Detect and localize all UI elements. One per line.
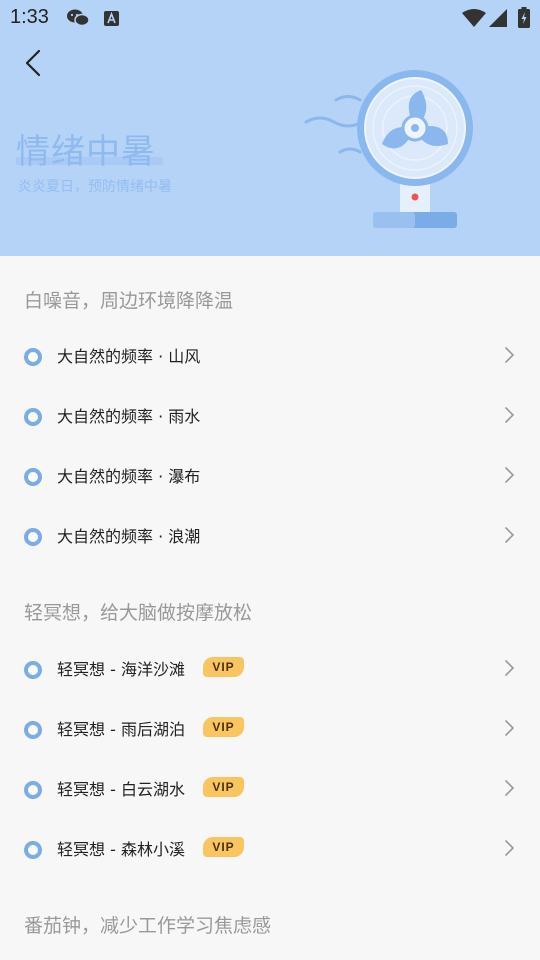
bullet-icon <box>24 348 42 366</box>
chevron-right-icon <box>505 347 515 363</box>
list-item[interactable]: 大自然的频率 · 瀑布 <box>0 446 540 506</box>
page-title: 情绪中暑 <box>16 132 156 172</box>
list-item[interactable]: 大自然的频率 · 雨水 <box>0 386 540 446</box>
bullet-icon <box>24 408 42 426</box>
chevron-right-icon <box>505 660 515 676</box>
vip-badge: VIP <box>203 777 244 797</box>
list-item-label: 轻冥想 - 森林小溪 <box>57 840 185 859</box>
battery-charging-icon <box>518 7 530 28</box>
list-item-label: 大自然的频率 · 瀑布 <box>57 467 201 486</box>
notification-a-icon <box>104 11 119 26</box>
list-item-label: 轻冥想 - 白云湖水 <box>57 780 185 799</box>
vip-badge: VIP <box>203 657 244 677</box>
list-item-label: 大自然的频率 · 浪潮 <box>57 527 201 546</box>
bullet-icon <box>24 468 42 486</box>
wifi-icon <box>462 9 486 27</box>
section-title-meditation: 轻冥想，给大脑做按摩放松 <box>24 602 253 624</box>
list-item[interactable]: 大自然的频率 · 浪潮 <box>0 506 540 566</box>
chevron-right-icon <box>505 467 515 483</box>
bullet-icon <box>24 781 42 799</box>
header-banner: 1:33 情绪中暑 炎炎夏日，预防情绪中暑 <box>0 0 540 256</box>
list-item[interactable]: 轻冥想 - 雨后湖泊 VIP <box>0 699 540 759</box>
list-item[interactable]: 大自然的频率 · 山风 <box>0 326 540 386</box>
vip-badge: VIP <box>203 717 244 737</box>
list-item[interactable]: 轻冥想 - 森林小溪 VIP <box>0 819 540 879</box>
bullet-icon <box>24 661 42 679</box>
vip-badge: VIP <box>203 837 244 857</box>
wechat-icon <box>67 9 90 27</box>
list-item[interactable]: 轻冥想 - 海洋沙滩 VIP <box>0 639 540 699</box>
list-item-label: 大自然的频率 · 山风 <box>57 347 201 366</box>
chevron-right-icon <box>505 840 515 856</box>
section-title-pomodoro: 番茄钟，减少工作学习焦虑感 <box>24 915 272 937</box>
fan-illustration <box>304 70 473 228</box>
status-time: 1:33 <box>10 6 49 28</box>
list-item-label: 轻冥想 - 海洋沙滩 <box>57 660 185 679</box>
chevron-right-icon <box>505 527 515 543</box>
bullet-icon <box>24 721 42 739</box>
section-title-white-noise: 白噪音，周边环境降降温 <box>24 290 234 312</box>
back-button[interactable] <box>16 44 56 84</box>
page-subtitle: 炎炎夏日，预防情绪中暑 <box>18 179 172 195</box>
bullet-icon <box>24 841 42 859</box>
list-item[interactable]: 轻冥想 - 白云湖水 VIP <box>0 759 540 819</box>
list-item-label: 大自然的频率 · 雨水 <box>57 407 201 426</box>
chevron-right-icon <box>505 407 515 423</box>
chevron-right-icon <box>505 720 515 736</box>
list-item-label: 轻冥想 - 雨后湖泊 <box>57 720 185 739</box>
chevron-right-icon <box>505 780 515 796</box>
status-bar: 1:33 <box>0 0 540 36</box>
signal-icon <box>489 9 507 27</box>
bullet-icon <box>24 528 42 546</box>
